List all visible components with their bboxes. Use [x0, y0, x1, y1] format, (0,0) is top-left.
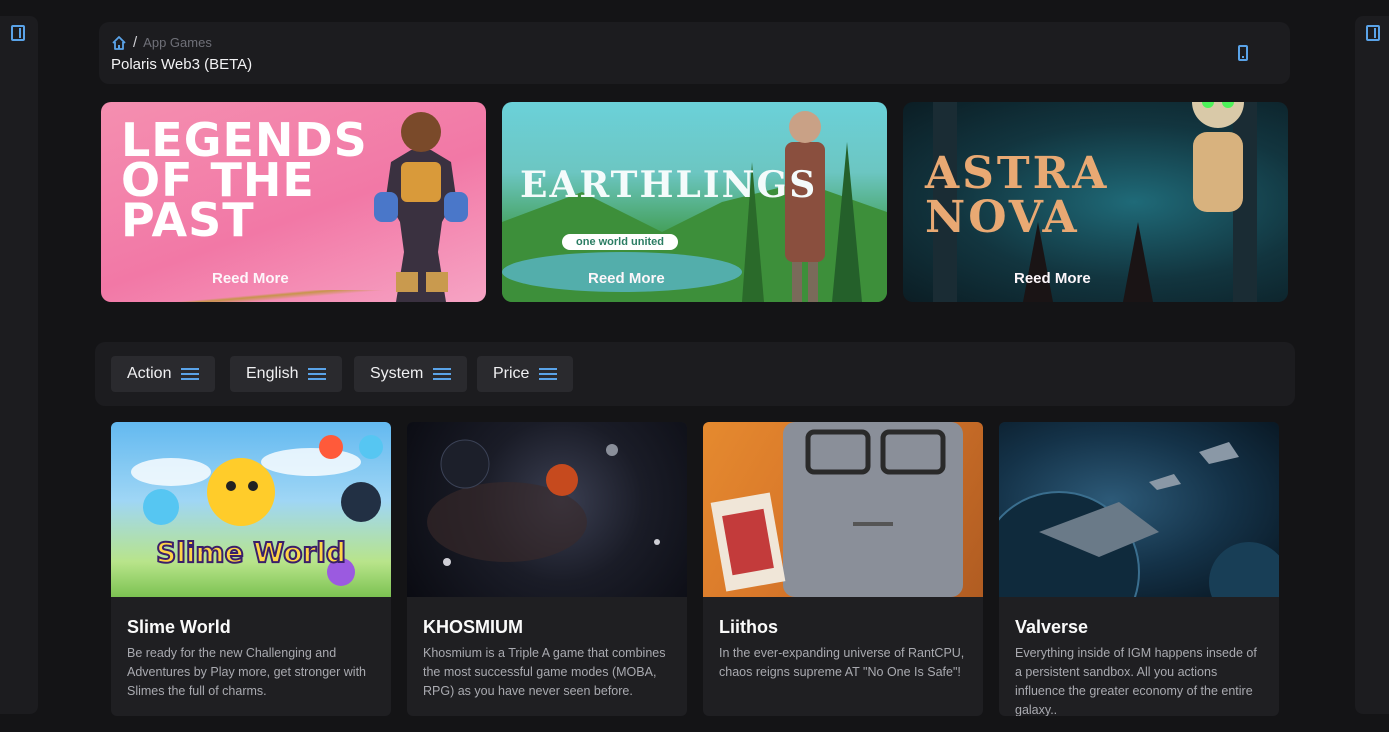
- game-card-slime-world[interactable]: Slime World Slime World Be ready for the…: [111, 422, 391, 716]
- hero-card-astra-nova[interactable]: ASTRA NOVA Reed More: [903, 102, 1288, 302]
- header-bar: / App Games Polaris Web3 (BETA): [99, 22, 1290, 84]
- hero-card-earthlings[interactable]: EARTHLINGS one world united Reed More: [502, 102, 887, 302]
- game-title: Liithos: [719, 617, 778, 637]
- filter-price[interactable]: Price: [477, 356, 574, 392]
- filter-label: System: [370, 365, 424, 382]
- game-title: Slime World: [127, 617, 231, 637]
- read-more-link[interactable]: Reed More: [588, 270, 665, 287]
- app-frame: / App Games Polaris Web3 (BETA) LEGENDS …: [0, 0, 1389, 732]
- breadcrumb: / App Games: [111, 34, 212, 51]
- right-sidebar: [1355, 16, 1389, 714]
- hero-title: EARTHLINGS: [520, 164, 818, 206]
- left-sidebar: [0, 16, 38, 714]
- filter-bar: Action English System Price: [95, 342, 1295, 406]
- filter-label: Action: [127, 365, 172, 382]
- breadcrumb-separator: /: [133, 34, 138, 51]
- filter-label: Price: [493, 365, 530, 382]
- space-fleet-illustration: [999, 442, 1279, 653]
- game-thumbnail: [703, 422, 983, 597]
- game-card-valverse[interactable]: Valverse Everything inside of IGM happen…: [999, 422, 1279, 716]
- breadcrumb-item[interactable]: App Games: [143, 35, 212, 50]
- hero-title: LEGENDS OF THE PAST: [121, 113, 368, 247]
- robot-character-illustration: [710, 422, 963, 597]
- menu-icon: [181, 368, 200, 380]
- read-more-link[interactable]: Reed More: [212, 270, 289, 287]
- hero-character-illustration: [374, 112, 468, 302]
- read-more-link[interactable]: Reed More: [1014, 270, 1091, 287]
- game-description: In the ever-expanding universe of RantCP…: [719, 646, 965, 679]
- sidebar-toggle-icon[interactable]: [11, 25, 25, 41]
- sidebar-toggle-icon[interactable]: [1366, 25, 1380, 41]
- menu-icon: [539, 368, 558, 380]
- filter-system[interactable]: System: [354, 356, 468, 392]
- hero-subtitle: one world united: [562, 234, 678, 250]
- game-title: KHOSMIUM: [423, 617, 523, 637]
- page-title: Polaris Web3 (BETA): [111, 56, 253, 73]
- space-nebula-illustration: [427, 439, 660, 566]
- game-description: Be ready for the new Challenging and Adv…: [127, 646, 367, 698]
- filter-label: English: [246, 365, 299, 382]
- menu-icon: [433, 368, 452, 380]
- game-thumbnail: Slime World: [111, 422, 391, 597]
- game-thumbnail: [999, 422, 1279, 653]
- mobile-device-icon[interactable]: [1238, 45, 1248, 61]
- game-title: Valverse: [1015, 617, 1089, 637]
- home-icon[interactable]: [111, 35, 127, 51]
- hero-card-legends-of-the-past[interactable]: LEGENDS OF THE PAST Reed More: [101, 102, 486, 302]
- game-description: Khosmium is a Triple A game that combine…: [423, 646, 666, 698]
- game-card-liithos[interactable]: Liithos In the ever-expanding universe o…: [703, 422, 983, 716]
- game-card-khosmium[interactable]: KHOSMIUM Khosmium is a Triple A game tha…: [407, 422, 687, 716]
- slime-world-illustration: Slime World: [131, 435, 383, 586]
- hero-title: ASTRA NOVA: [925, 148, 1110, 243]
- game-description: Everything inside of IGM happens insede …: [1015, 646, 1257, 716]
- game-thumbnail: [407, 422, 687, 597]
- filter-action[interactable]: Action: [111, 356, 216, 392]
- filter-language[interactable]: English: [230, 356, 343, 392]
- menu-icon: [308, 368, 327, 380]
- decorative-stripe: [101, 290, 486, 302]
- game-logo-text: Slime World: [156, 536, 346, 569]
